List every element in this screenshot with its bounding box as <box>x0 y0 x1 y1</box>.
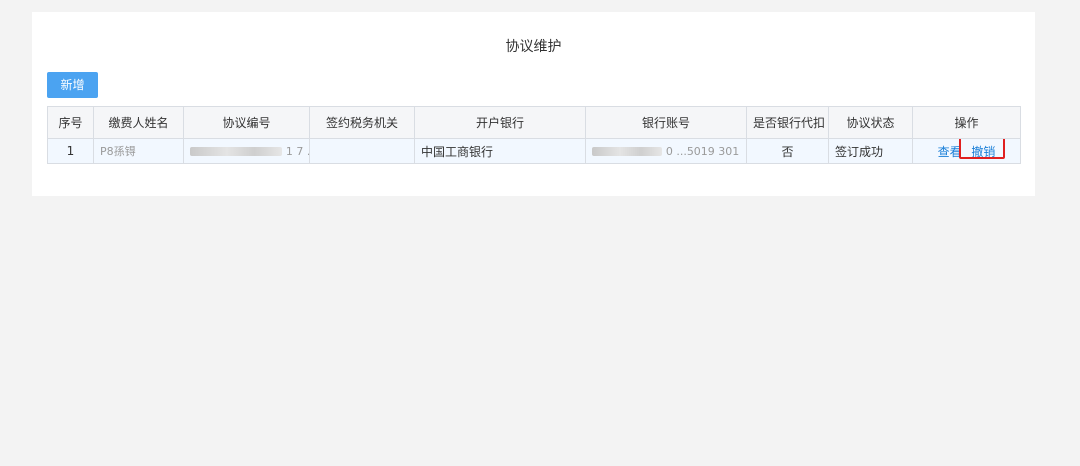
column-header-actions: 操作 <box>912 106 1021 139</box>
agreement-no-redaction <box>190 147 282 156</box>
column-header-status: 协议状态 <box>828 106 913 139</box>
column-header-tax-office: 签约税务机关 <box>309 106 415 139</box>
agreement-no-masked: 1 7 . <box>285 145 310 158</box>
view-link[interactable]: 查看 <box>938 145 962 159</box>
column-header-payer-name: 缴费人姓名 <box>93 106 184 139</box>
page-title: 协议维护 <box>505 39 562 55</box>
table-header-row: 序号 缴费人姓名 协议编号 签约税务机关 开户银行 银行账号 是否银行代扣 协议… <box>47 106 1021 139</box>
revoke-wrap: 撤销 <box>959 139 1006 160</box>
column-header-index: 序号 <box>47 106 94 139</box>
column-header-bank-withholding: 是否银行代扣 <box>746 106 829 139</box>
cell-agreement-no: 1 7 . <box>183 138 310 164</box>
revoke-link[interactable]: 撤销 <box>971 145 995 159</box>
table-row: 1 P8孫锝 1 7 . 中国工商银行 0 ...5019 301 否 签订成功… <box>47 138 1021 164</box>
column-header-bank: 开户银行 <box>414 106 586 139</box>
cell-tax-office <box>309 138 415 164</box>
cell-actions: 查看 撤销 <box>912 138 1021 164</box>
cell-account: 0 ...5019 301 <box>585 138 747 164</box>
account-masked: 0 ...5019 301 <box>665 145 740 158</box>
cell-status: 签订成功 <box>828 138 913 164</box>
cell-payer-name: P8孫锝 <box>93 138 184 164</box>
cell-bank: 中国工商银行 <box>414 138 586 164</box>
cell-index: 1 <box>47 138 94 164</box>
agreement-table: 序号 缴费人姓名 协议编号 签约税务机关 开户银行 银行账号 是否银行代扣 协议… <box>47 106 1021 164</box>
agreement-panel: 协议维护 新增 序号 缴费人姓名 协议编号 签约税务机关 开户银行 银行账号 是… <box>32 12 1035 196</box>
column-header-agreement-no: 协议编号 <box>183 106 310 139</box>
account-redaction <box>592 147 662 156</box>
add-agreement-button[interactable]: 新增 <box>47 72 98 98</box>
payer-name-masked: P8孫锝 <box>100 145 136 158</box>
column-header-account: 银行账号 <box>585 106 747 139</box>
cell-bank-withholding: 否 <box>746 138 829 164</box>
